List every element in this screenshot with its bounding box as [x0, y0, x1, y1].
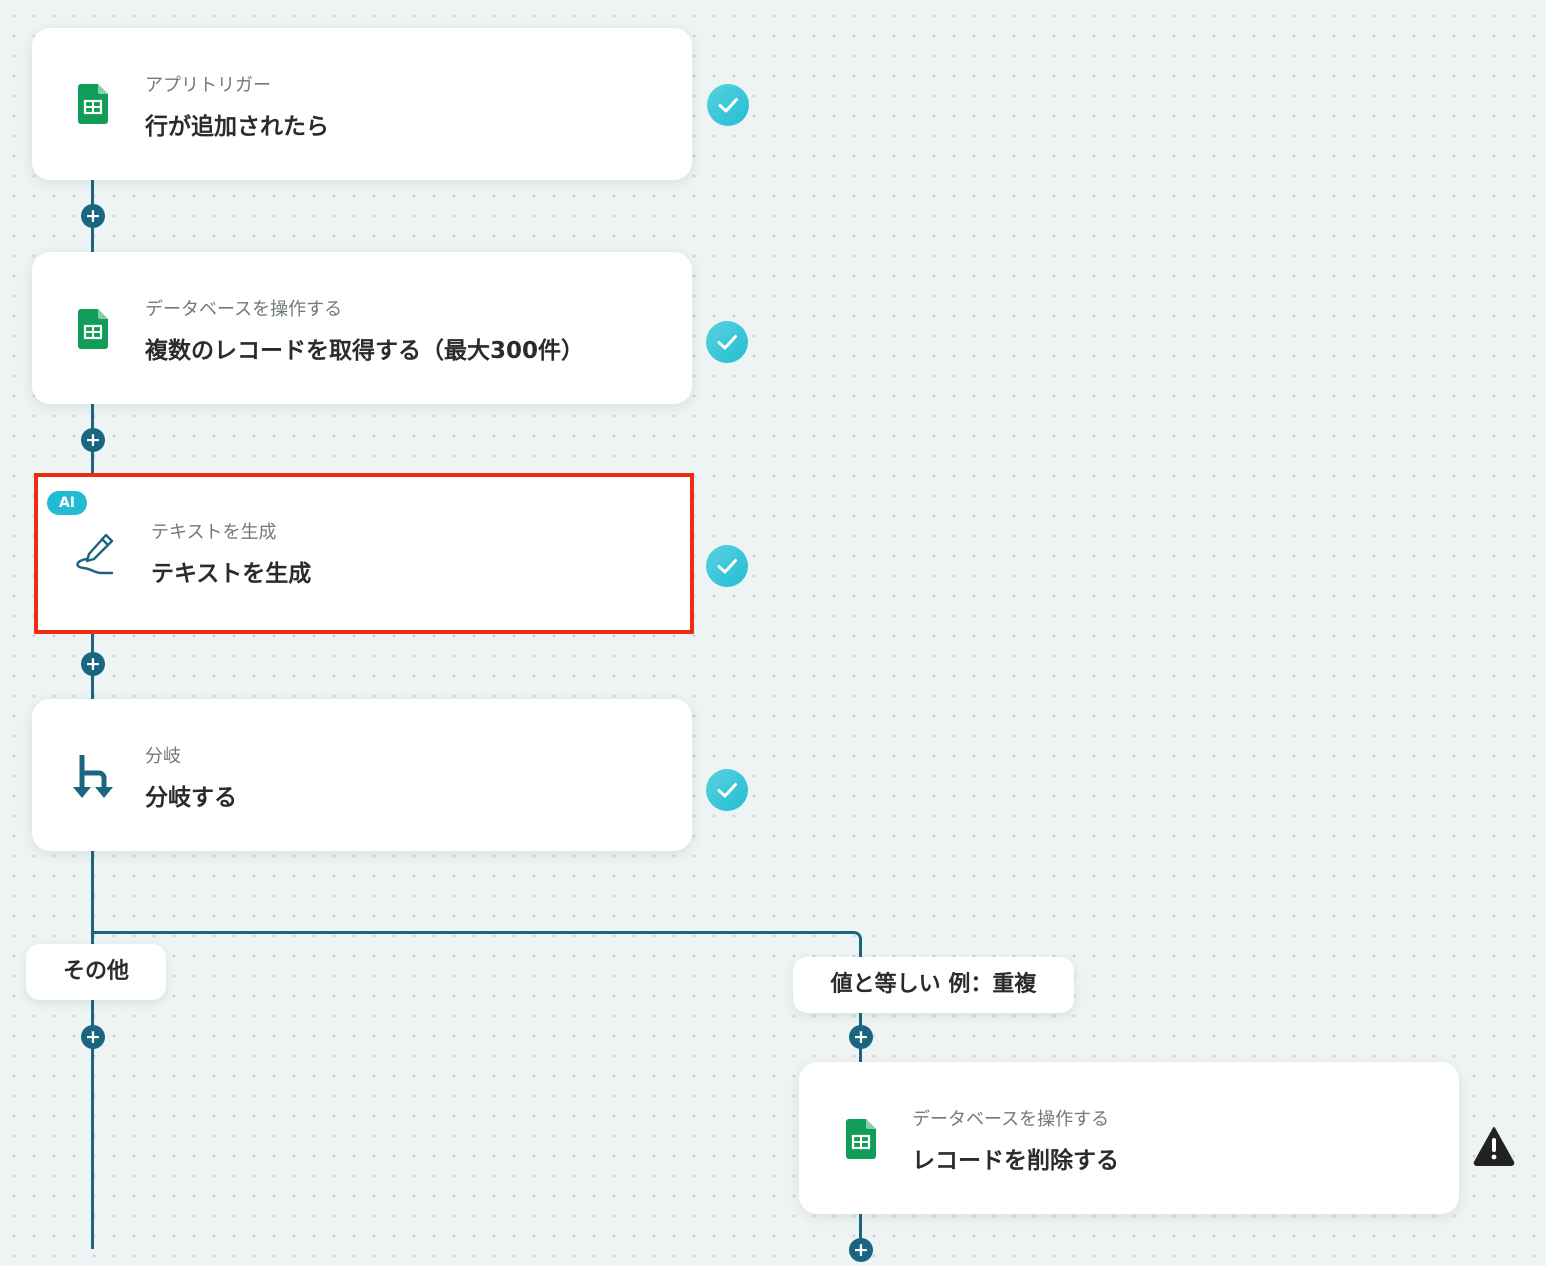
step-title: 行が追加されたら	[145, 114, 329, 140]
warning-icon	[1473, 1126, 1515, 1170]
step-card-get-records[interactable]: データベースを操作する 複数のレコードを取得する（最大300件）	[32, 252, 692, 404]
step-card-generate-text[interactable]: AI テキストを生成 テキストを生成	[34, 473, 694, 634]
step-subtitle: データベースを操作する	[912, 1109, 1110, 1130]
step-subtitle: データベースを操作する	[145, 299, 343, 320]
google-sheets-icon	[78, 84, 108, 128]
branch-label-other[interactable]: その他	[26, 944, 166, 1000]
branch-icon	[72, 753, 118, 805]
connector-line	[91, 851, 94, 1249]
add-step-button[interactable]: +	[81, 652, 105, 676]
add-step-button[interactable]: +	[849, 1238, 873, 1262]
branch-connector-line	[91, 931, 853, 934]
google-sheets-icon	[78, 309, 108, 353]
add-step-button[interactable]: +	[81, 428, 105, 452]
google-sheets-icon	[846, 1119, 876, 1163]
check-icon	[707, 84, 749, 126]
step-title: レコードを削除する	[912, 1148, 1119, 1174]
step-subtitle: 分岐	[145, 746, 181, 767]
check-icon	[706, 769, 748, 811]
step-title: 複数のレコードを取得する（最大300件）	[145, 338, 585, 364]
add-step-button[interactable]: +	[81, 204, 105, 228]
check-icon	[706, 545, 748, 587]
add-step-button[interactable]: +	[849, 1025, 873, 1049]
step-title: テキストを生成	[151, 561, 312, 587]
flow-canvas: + + + + + + アプリトリガー 行が追加されたら データベースを操作する…	[0, 0, 1546, 1266]
add-step-button[interactable]: +	[81, 1025, 105, 1049]
step-card-trigger[interactable]: アプリトリガー 行が追加されたら	[32, 28, 692, 180]
step-subtitle: アプリトリガー	[145, 75, 271, 96]
branch-label-equals[interactable]: 値と等しい 例：重複	[793, 957, 1074, 1013]
ai-badge: AI	[47, 491, 87, 515]
step-card-branch[interactable]: 分岐 分岐する	[32, 699, 692, 851]
step-subtitle: テキストを生成	[151, 522, 277, 543]
ai-text-generation-icon	[72, 529, 120, 581]
check-icon	[706, 321, 748, 363]
step-title: 分岐する	[145, 785, 237, 811]
step-card-delete-record[interactable]: データベースを操作する レコードを削除する	[799, 1062, 1459, 1214]
